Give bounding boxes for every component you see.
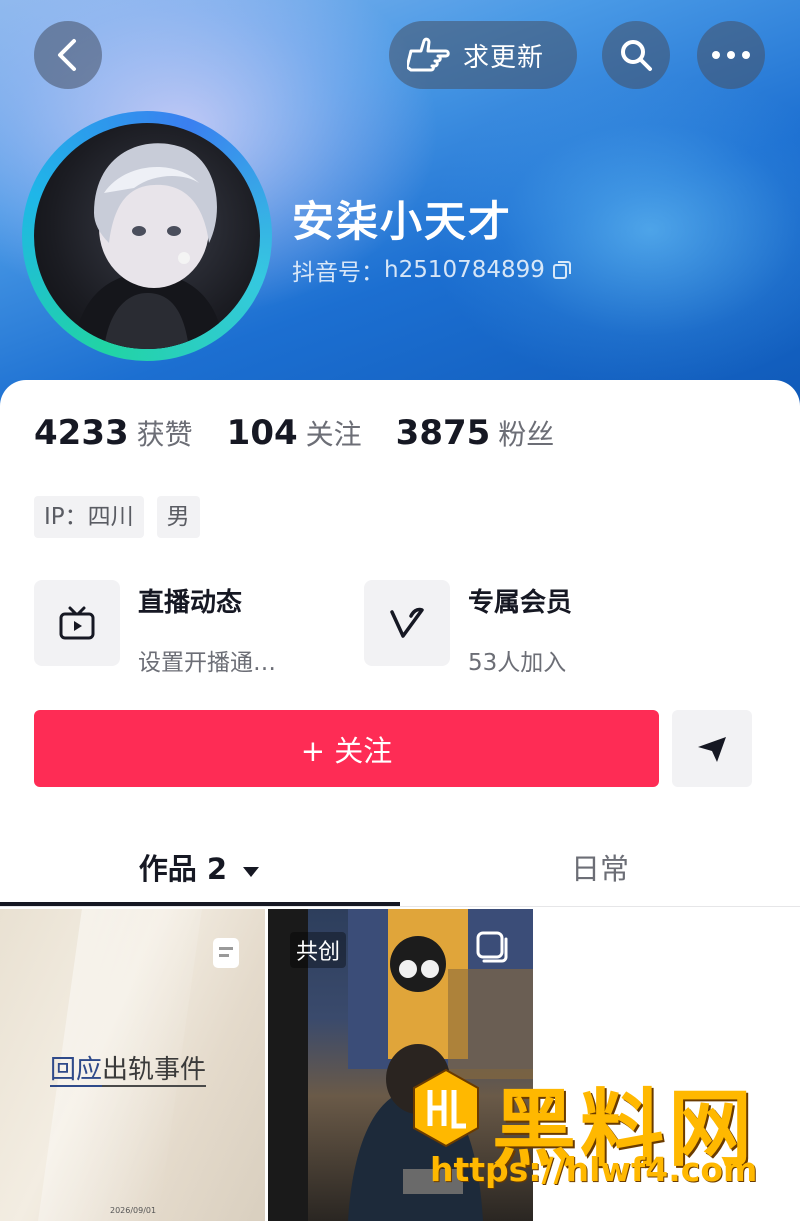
more-options-button[interactable] xyxy=(697,21,765,89)
work-title-link[interactable]: 回应 xyxy=(50,1055,103,1087)
more-dots-icon xyxy=(712,51,750,59)
v-membership-icon xyxy=(390,607,424,638)
work-title: 回应出轨事件 xyxy=(50,1049,207,1087)
stat-value: 4233 xyxy=(34,413,129,453)
send-message-button[interactable] xyxy=(672,710,752,787)
tab-daily[interactable]: 日常 xyxy=(400,846,800,888)
avatar-image xyxy=(34,123,260,349)
watermark-logo xyxy=(413,1068,479,1148)
tv-icon xyxy=(59,606,95,640)
request-update-button[interactable]: 求更新 xyxy=(389,21,577,89)
tv-icon-box xyxy=(34,580,120,666)
chevron-left-icon xyxy=(58,39,76,71)
feature-title: 专属会员 xyxy=(468,588,573,618)
tab-works-label: 作品 2 xyxy=(138,852,228,886)
follow-button-label: + 关注 xyxy=(300,733,393,768)
copy-icon[interactable] xyxy=(551,259,573,281)
stat-label: 粉丝 xyxy=(498,418,555,451)
multi-image-icon xyxy=(476,931,508,963)
feature-title: 直播动态 xyxy=(138,588,243,618)
douyin-id-row[interactable]: 抖音号： h2510784899 xyxy=(292,253,573,287)
caret-down-icon[interactable] xyxy=(241,865,261,879)
work-thumbnail-1[interactable]: 回应出轨事件 2026/09/01 xyxy=(0,909,265,1221)
stat-value: 104 xyxy=(226,413,298,453)
stat-following[interactable]: 104 关注 xyxy=(227,413,362,453)
live-updates-entry[interactable]: 直播动态 设置开播通… xyxy=(34,580,276,677)
search-icon xyxy=(621,40,652,71)
follow-button[interactable]: + 关注 xyxy=(34,710,659,787)
watermark-url: https://hlwf4.com xyxy=(430,1150,758,1189)
tab-divider xyxy=(0,906,800,907)
stat-value: 3875 xyxy=(395,413,491,453)
back-button[interactable] xyxy=(34,21,102,89)
request-update-label: 求更新 xyxy=(463,42,545,73)
work-date: 2026/09/01 xyxy=(110,1206,157,1215)
feature-subtitle: 53人加入 xyxy=(468,650,567,676)
pointing-hand-icon xyxy=(407,37,450,72)
v-membership-icon-box xyxy=(364,580,450,666)
profile-stats: 4233 获赞 104 关注 3875 粉丝 xyxy=(34,413,588,453)
co-creation-badge: 共创 xyxy=(290,932,347,968)
search-button[interactable] xyxy=(602,21,670,89)
profile-tags: IP：四川 男 xyxy=(34,496,213,538)
content-tabs: 作品 2 日常 xyxy=(0,828,800,908)
avatar[interactable] xyxy=(22,111,272,361)
stat-label: 获赞 xyxy=(136,418,193,451)
work-title-rest: 出轨事件 xyxy=(102,1055,207,1087)
stat-followers[interactable]: 3875 粉丝 xyxy=(396,413,555,453)
stat-label: 关注 xyxy=(305,418,362,451)
exclusive-membership-entry[interactable]: 专属会员 53人加入 xyxy=(364,580,572,677)
stat-likes[interactable]: 4233 获赞 xyxy=(34,413,193,453)
paper-plane-icon xyxy=(698,736,726,762)
note-icon xyxy=(213,938,239,968)
feature-subtitle: 设置开播通… xyxy=(138,650,276,676)
profile-nickname: 安柒小天才 xyxy=(292,197,513,246)
tab-works[interactable]: 作品 2 xyxy=(0,846,400,888)
gender-tag: 男 xyxy=(156,496,200,538)
douyin-id-value: h2510784899 xyxy=(384,257,545,283)
douyin-id-label: 抖音号： xyxy=(292,260,384,286)
ip-location-tag: IP：四川 xyxy=(34,496,144,538)
